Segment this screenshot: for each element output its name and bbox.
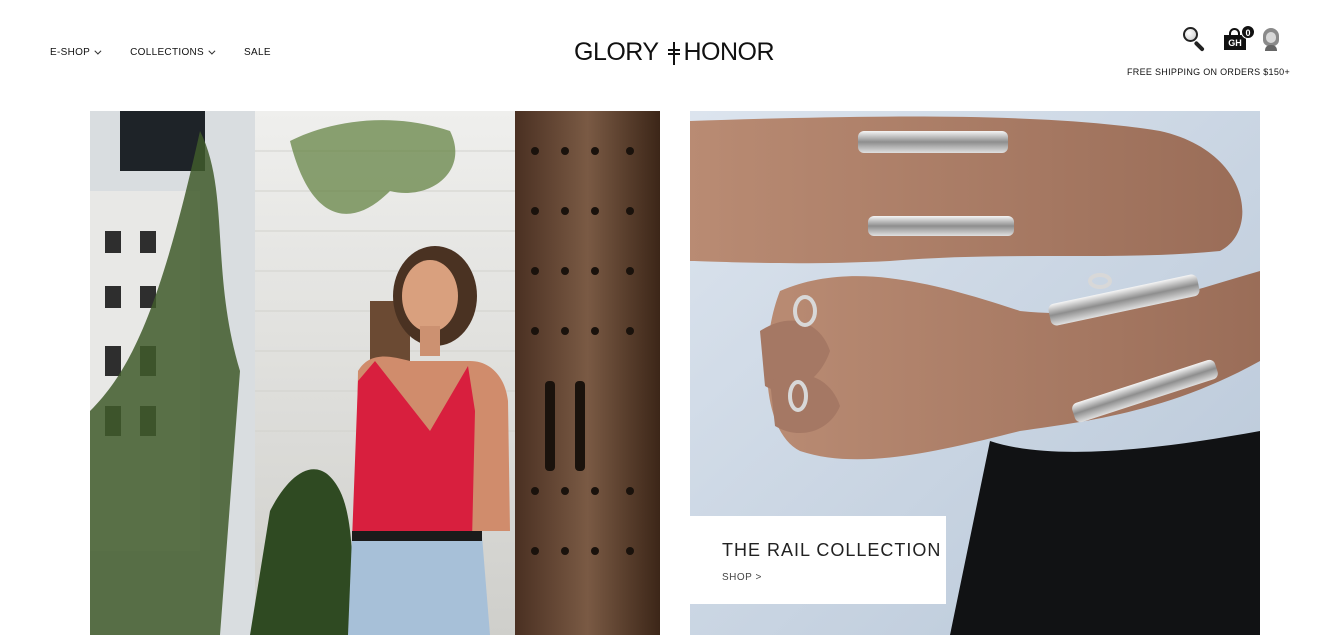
woman-red-top-photo [90,111,660,635]
logo-text-left: GLORY [574,38,659,66]
cross-icon [667,41,680,65]
shipping-notice: FREE SHIPPING ON ORDERS $150+ [1127,67,1290,77]
promo-card: THE RAIL COLLECTION SHOP > [690,516,946,604]
bag-icon[interactable]: GH 0 [1222,25,1255,52]
nav-sale-label: SALE [244,47,271,58]
nav-eshop-label: E-SHOP [50,47,91,58]
header-icons: GH 0 [1180,25,1282,52]
main-nav: E-SHOP COLLECTIONS SALE [50,47,302,58]
nav-sale[interactable]: SALE [244,47,271,58]
logo-text-right: HONOR [683,38,774,66]
hero-tile-right[interactable]: THE RAIL COLLECTION SHOP > [690,111,1260,635]
search-icon[interactable] [1180,26,1208,52]
chevron-down-icon [208,47,216,55]
promo-title: THE RAIL COLLECTION [722,540,942,560]
nav-collections[interactable]: COLLECTIONS [130,47,216,58]
shop-link[interactable]: SHOP > [722,572,762,583]
nav-collections-label: COLLECTIONS [130,47,205,58]
brand-logo[interactable]: GLORY HONOR [574,38,774,67]
avatar-icon[interactable] [1260,26,1282,52]
hero-tile-left[interactable] [90,111,660,635]
cart-count-badge: 0 [1241,25,1255,39]
nav-eshop[interactable]: E-SHOP [50,47,102,58]
chevron-down-icon [94,47,102,55]
